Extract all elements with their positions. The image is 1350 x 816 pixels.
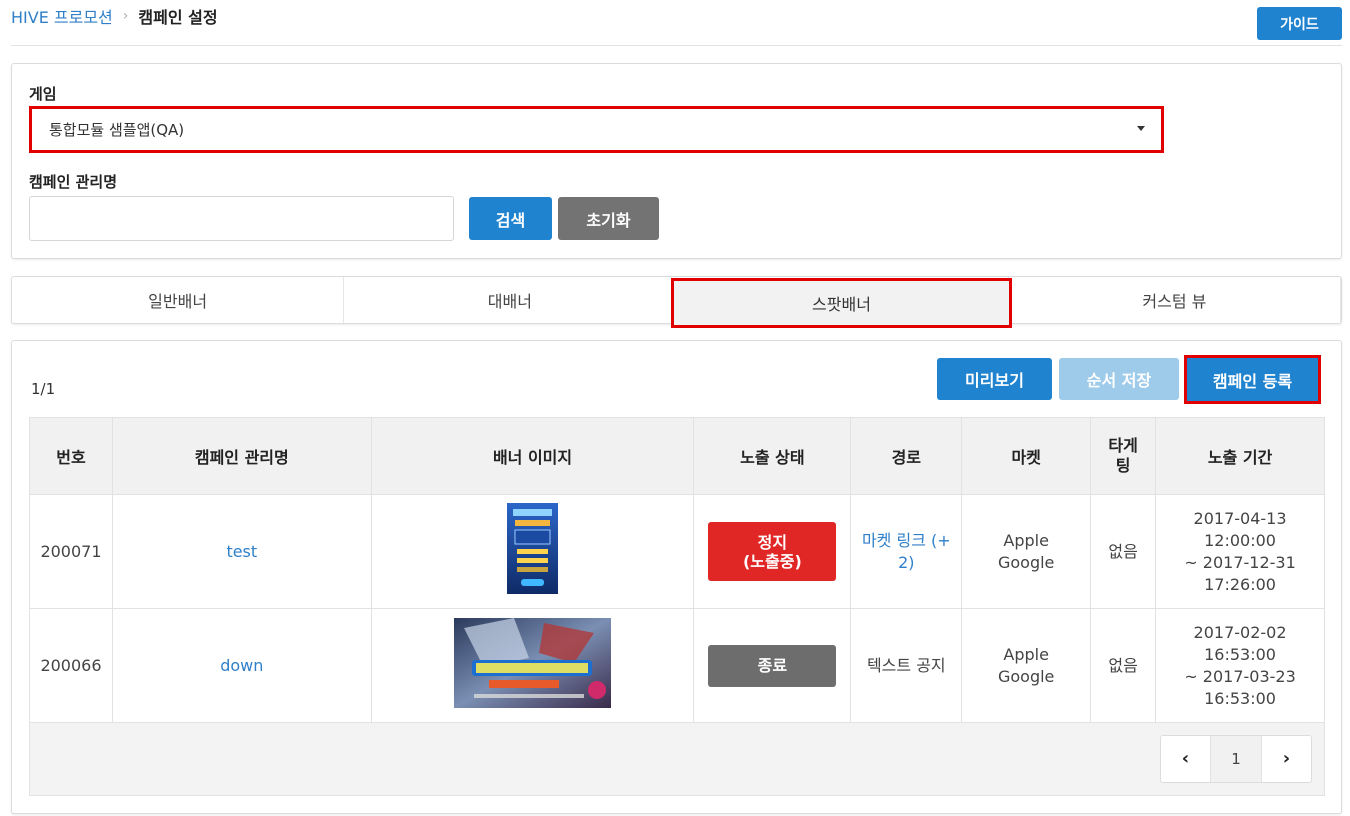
route-market-link[interactable]: 마켓 링크 (+ 2) bbox=[862, 531, 951, 572]
tab-general-banner[interactable]: 일반배너 bbox=[12, 277, 345, 323]
column-header-id[interactable]: 번호 bbox=[29, 417, 113, 495]
register-campaign-button[interactable]: 캠페인 등록 bbox=[1184, 355, 1321, 404]
table-row: 200066 down 종료 텍스트 공지 Apple Google 없음 20… bbox=[29, 608, 1325, 723]
pagination-next-button[interactable]: › bbox=[1262, 736, 1311, 782]
status-stopped-button[interactable]: 정지 (노출중) bbox=[708, 522, 837, 581]
column-header-name[interactable]: 캠페인 관리명 bbox=[111, 417, 372, 495]
market-apple: Apple bbox=[1003, 530, 1049, 550]
table-header-row: 번호 캠페인 관리명 배너 이미지 노출 상태 경로 마켓 타게 팅 노출 기간 bbox=[29, 417, 1325, 495]
campaign-table: 번호 캠페인 관리명 배너 이미지 노출 상태 경로 마켓 타게 팅 노출 기간… bbox=[29, 417, 1325, 796]
period-start-date: 2017-02-02 bbox=[1193, 622, 1287, 642]
column-header-targeting[interactable]: 타게 팅 bbox=[1090, 417, 1157, 495]
row-targeting: 없음 bbox=[1090, 608, 1157, 723]
column-header-banner[interactable]: 배너 이미지 bbox=[370, 417, 695, 495]
reset-button[interactable]: 초기화 bbox=[558, 197, 659, 240]
breadcrumb-separator: › bbox=[122, 8, 129, 24]
route-line-1: 마켓 링크 (+ bbox=[861, 530, 951, 550]
game-select[interactable]: 통합모듈 샘플앱(QA) bbox=[29, 106, 1164, 153]
market-apple: Apple bbox=[1003, 644, 1049, 664]
tab-custom-view[interactable]: 커스텀 뷰 bbox=[1009, 277, 1341, 323]
status-label: 정지 bbox=[757, 532, 788, 552]
row-id: 200066 bbox=[29, 608, 113, 723]
preview-button[interactable]: 미리보기 bbox=[937, 358, 1052, 400]
row-targeting: 없음 bbox=[1090, 494, 1157, 609]
column-header-market[interactable]: 마켓 bbox=[961, 417, 1092, 495]
pagination: ‹ 1 › bbox=[1160, 735, 1312, 783]
route-text-notice: 텍스트 공지 bbox=[850, 608, 963, 723]
table-footer-row: ‹ 1 › bbox=[29, 722, 1325, 796]
table-row: 200071 test 정지 (노출중) 마켓 링크 (+ 2) Apple G… bbox=[29, 494, 1325, 609]
market-google: Google bbox=[997, 666, 1055, 686]
column-header-targeting-label: 타게 팅 bbox=[1108, 436, 1138, 475]
campaign-name-link[interactable]: test bbox=[226, 542, 257, 561]
row-id: 200071 bbox=[29, 494, 113, 609]
game-select-value: 통합모듈 샘플앱(QA) bbox=[49, 121, 185, 139]
status-ended-button[interactable]: 종료 bbox=[708, 644, 837, 687]
period-start-date: 2017-04-13 bbox=[1193, 508, 1287, 528]
chevron-left-icon: ‹ bbox=[1181, 748, 1190, 769]
guide-button[interactable]: 가이드 bbox=[1257, 7, 1342, 40]
pagination-prev-button[interactable]: ‹ bbox=[1161, 736, 1210, 782]
tab-large-banner[interactable]: 대배너 bbox=[344, 277, 677, 323]
pagination-page-1[interactable]: 1 bbox=[1210, 736, 1262, 782]
chevron-right-icon: › bbox=[1282, 748, 1291, 769]
banner-type-tabs: 일반배너 대배너 커스텀 뷰 스팟배너 bbox=[11, 276, 1342, 328]
campaign-name-input[interactable] bbox=[29, 196, 454, 241]
campaign-name-label: 캠페인 관리명 bbox=[29, 173, 118, 191]
banner-thumbnail[interactable] bbox=[454, 617, 612, 714]
breadcrumb: HIVE 프로모션 › 캠페인 설정 bbox=[11, 4, 218, 28]
result-count: 1/1 bbox=[31, 380, 56, 398]
market-google: Google bbox=[997, 552, 1055, 572]
period-end-date: ~ 2017-03-23 bbox=[1184, 666, 1296, 686]
breadcrumb-root-link[interactable]: HIVE 프로모션 bbox=[11, 4, 113, 28]
column-header-status[interactable]: 노출 상태 bbox=[693, 417, 852, 495]
period-end-time: 17:26:00 bbox=[1204, 574, 1276, 594]
search-panel: 게임 통합모듈 샘플앱(QA) 캠페인 관리명 검색 초기화 bbox=[11, 63, 1342, 259]
route-line-2: 2) bbox=[898, 552, 915, 572]
campaign-list-panel: 1/1 미리보기 순서 저장 캠페인 등록 번호 캠페인 관리명 배너 이미지 … bbox=[11, 340, 1342, 814]
period-start-time: 16:53:00 bbox=[1204, 644, 1276, 664]
save-order-button[interactable]: 순서 저장 bbox=[1059, 358, 1179, 400]
column-header-period[interactable]: 노출 기간 bbox=[1155, 417, 1325, 495]
row-period: 2017-02-02 16:53:00 ~ 2017-03-23 16:53:0… bbox=[1155, 608, 1325, 723]
search-button[interactable]: 검색 bbox=[469, 197, 552, 240]
game-label: 게임 bbox=[29, 85, 57, 103]
period-start-time: 12:00:00 bbox=[1204, 530, 1276, 550]
tab-spot-banner[interactable]: 스팟배너 bbox=[671, 278, 1012, 328]
status-label: 종료 bbox=[757, 656, 788, 675]
banner-thumbnail[interactable] bbox=[507, 503, 559, 600]
column-header-route[interactable]: 경로 bbox=[850, 417, 963, 495]
top-bar: HIVE 프로모션 › 캠페인 설정 가이드 bbox=[11, 0, 1342, 46]
status-sublabel: (노출중) bbox=[742, 551, 802, 571]
caret-down-icon bbox=[1137, 126, 1145, 131]
page-title: 캠페인 설정 bbox=[138, 8, 218, 27]
period-end-time: 16:53:00 bbox=[1204, 688, 1276, 708]
row-period: 2017-04-13 12:00:00 ~ 2017-12-31 17:26:0… bbox=[1155, 494, 1325, 609]
campaign-name-link[interactable]: down bbox=[220, 656, 263, 675]
table-footer: ‹ 1 › bbox=[29, 722, 1325, 796]
period-end-date: ~ 2017-12-31 bbox=[1184, 552, 1296, 572]
